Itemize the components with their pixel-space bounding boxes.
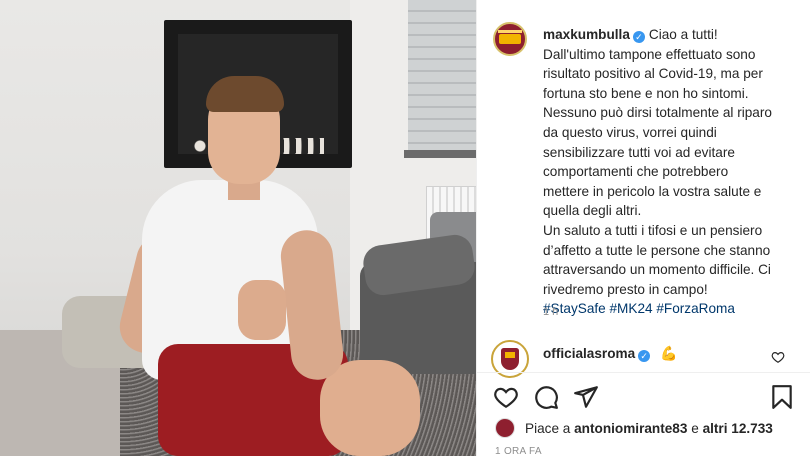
photo-person-hair	[206, 76, 284, 112]
paper-plane-icon[interactable]	[573, 384, 599, 410]
action-bar	[493, 384, 795, 410]
likes-others-link[interactable]: altri 12.733	[703, 421, 773, 436]
heart-icon[interactable]	[493, 384, 519, 410]
liker-username[interactable]: antoniomirante83	[574, 421, 687, 436]
caption-line: d’affetto a tutte le persone che stanno	[543, 242, 771, 258]
comment-icon[interactable]	[533, 384, 559, 410]
verified-badge-icon: ✓	[638, 350, 651, 362]
commenter-username[interactable]: officialasroma	[543, 346, 635, 361]
likes-text: Piace a antoniomirante83 e altri 12.733	[525, 421, 773, 436]
divider	[477, 372, 810, 373]
photo-window-blinds	[408, 0, 476, 150]
likes-connector: e	[691, 421, 699, 436]
caption-first-line: maxkumbulla ✓ Ciao a tutti!	[543, 25, 799, 45]
caption-line: Nessuno può dirsi totalmente al riparo	[543, 105, 772, 121]
liker-avatar[interactable]	[495, 418, 515, 438]
caption-line: risultato positivo al Covid-19, ma per	[543, 66, 763, 82]
caption-line: da questo virus, vorrei quindi	[543, 124, 717, 140]
caption-line: attraversando un momento difficile. Ci	[543, 262, 771, 278]
bookmark-icon[interactable]	[769, 384, 795, 410]
caption-hashtags[interactable]: #StaySafe #MK24 #ForzaRoma	[543, 299, 799, 319]
caption-line: Ciao a tutti!	[648, 27, 718, 42]
caption-line: Dall'ultimo tampone effettuato sono	[543, 46, 756, 62]
verified-badge-icon: ✓	[632, 31, 645, 43]
caption-line: sensibilizzare tutti voi ad evitare	[543, 144, 735, 160]
comment-row: officialasroma ✓ 💪	[543, 345, 678, 362]
caption-line: mettere in pericolo la vostra salute e	[543, 183, 762, 199]
flexed-biceps-emoji: 💪	[660, 345, 678, 361]
photo-person-leg	[320, 360, 420, 456]
caption-line: rivedremo presto in campo!	[543, 281, 708, 297]
likes-prefix: Piace a	[525, 421, 571, 436]
photo-window-frame	[404, 150, 476, 158]
author-username[interactable]: maxkumbulla	[543, 27, 630, 42]
avatar-stripe	[498, 30, 522, 33]
post-side-panel: maxkumbulla ✓ Ciao a tutti! Dall'ultimo ta…	[476, 0, 810, 456]
caption-line: comportamenti che potrebbero	[543, 164, 729, 180]
post-photo[interactable]	[0, 0, 476, 456]
caption-line: fortuna sto bene e non ho sintomi.	[543, 85, 749, 101]
caption-timestamp: 1 h	[543, 306, 559, 318]
caption-line: quella degli altri.	[543, 203, 642, 219]
caption-line: Un saluto a tutti i tifosi e un pensiero	[543, 222, 763, 238]
author-avatar[interactable]	[493, 22, 527, 56]
post-caption: maxkumbulla ✓ Ciao a tutti! Dall'ultimo ta…	[543, 25, 799, 319]
roma-crest-icon	[501, 348, 519, 370]
post-timestamp: 1 ORA FA	[495, 446, 542, 456]
comment-heart-icon[interactable]	[771, 350, 785, 364]
instagram-post-window: maxkumbulla ✓ Ciao a tutti! Dall'ultimo ta…	[0, 0, 810, 456]
avatar-badge	[499, 34, 521, 44]
photo-thumbs-up	[238, 280, 286, 340]
